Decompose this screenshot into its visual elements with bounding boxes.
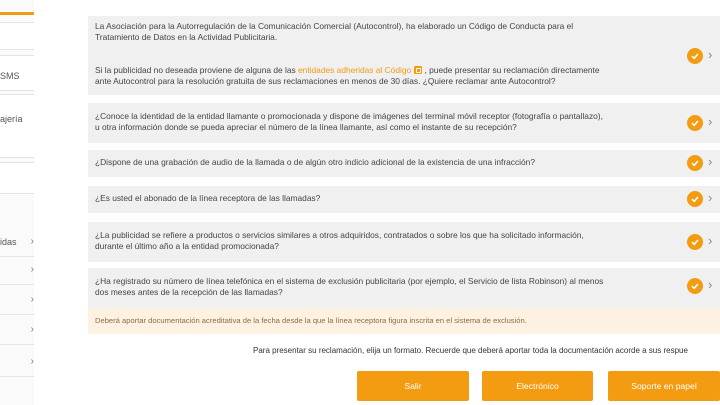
question-card-autocontrol[interactable]: La Asociación para la Autorregulación de… — [88, 16, 720, 95]
question-card-grabacion[interactable]: ¿Dispone de una grabación de audio de la… — [88, 150, 720, 177]
sidebar-item-sms[interactable]: SMS — [0, 55, 34, 91]
check-circle-icon[interactable] — [687, 48, 703, 64]
external-link-icon[interactable] — [414, 66, 423, 74]
question-card-identidad[interactable]: ¿Conoce la identidad de la entidad llama… — [88, 103, 720, 143]
check-circle-icon[interactable] — [687, 115, 703, 131]
sidebar: SMS ajería idas › › › › › — [0, 0, 34, 405]
check-circle-icon[interactable] — [687, 191, 703, 207]
card-text-line: ¿Dispone de una grabación de audio de la… — [95, 157, 535, 167]
card-text-line: La Asociación para la Autorregulación de… — [95, 21, 574, 31]
card-text-line: ante Autocontrol para la resolución grat… — [95, 76, 556, 86]
paper-support-button[interactable]: Soporte en papel — [608, 371, 720, 401]
sidebar-item-label: idas — [0, 237, 17, 247]
card-text-line: Tratamiento de Datos en la Actividad Pub… — [95, 32, 278, 42]
chevron-right-icon: › — [30, 264, 34, 275]
card-text-line: ¿Ha registrado su número de línea telefó… — [95, 276, 604, 286]
chevron-right-icon[interactable]: › — [708, 190, 712, 205]
chevron-right-icon: › — [30, 294, 34, 305]
entidades-adheridas-link[interactable]: entidades adheridas al Código — [298, 65, 411, 75]
card-text-line: ¿La publicidad se refiere a productos o … — [95, 230, 584, 240]
check-circle-icon[interactable] — [687, 155, 703, 171]
card-text-line: u otra información donde se pueda apreci… — [95, 122, 517, 132]
sidebar-item-label: SMS — [0, 71, 20, 81]
question-card-abonado[interactable]: ¿Es usted el abonado de la línea recepto… — [88, 186, 720, 213]
sidebar-item-label: ajería — [0, 114, 23, 124]
chevron-right-icon[interactable]: › — [708, 277, 712, 292]
question-card-robinson[interactable]: ¿Ha registrado su número de línea telefó… — [88, 268, 720, 308]
chevron-right-icon[interactable]: › — [708, 233, 712, 248]
card-text-line: durante el último año a la entidad promo… — [95, 241, 279, 251]
sidebar-item-llamadas[interactable]: idas › — [0, 230, 34, 257]
sidebar-item[interactable]: › — [0, 318, 34, 345]
sidebar-active-indicator — [0, 12, 34, 15]
format-instructions: Para presentar su reclamación, elija un … — [253, 346, 688, 355]
chevron-right-icon: › — [30, 324, 34, 335]
sidebar-item[interactable]: › — [0, 288, 34, 315]
electronic-button[interactable]: Electrónico — [482, 371, 593, 401]
check-circle-icon[interactable] — [687, 234, 703, 250]
card-text-line: Si la publicidad no deseada proviene de … — [95, 65, 600, 75]
sidebar-item-blank-2[interactable] — [0, 162, 34, 194]
chevron-right-icon: › — [30, 356, 34, 367]
sidebar-item[interactable]: › — [0, 350, 34, 377]
note-text: Deberá aportar documentación acreditativ… — [95, 316, 527, 325]
chevron-right-icon[interactable]: › — [708, 154, 712, 169]
chevron-right-icon: › — [30, 236, 34, 247]
sidebar-item-mensajeria[interactable]: ajería — [0, 94, 34, 158]
exclusion-note: Deberá aportar documentación acreditativ… — [88, 308, 720, 334]
chevron-right-icon[interactable]: › — [708, 114, 712, 129]
sidebar-item[interactable]: › — [0, 258, 34, 285]
exit-button[interactable]: Salir — [357, 371, 469, 401]
card-text-line: ¿Conoce la identidad de la entidad llama… — [95, 111, 603, 121]
card-text-line: dos meses antes de la recepción de las l… — [95, 287, 283, 297]
check-circle-icon[interactable] — [687, 278, 703, 294]
question-card-productos[interactable]: ¿La publicidad se refiere a productos o … — [88, 222, 720, 262]
card-text-line: ¿Es usted el abonado de la línea recepto… — [95, 193, 321, 203]
chevron-right-icon[interactable]: › — [708, 47, 712, 62]
sidebar-item-blank[interactable] — [0, 22, 34, 50]
